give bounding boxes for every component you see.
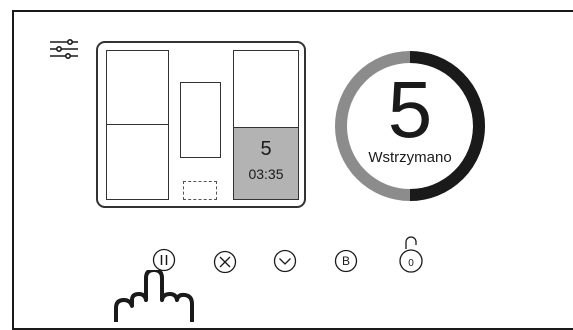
power-level: 5 xyxy=(387,65,433,154)
zone-number: 5 xyxy=(260,138,272,160)
boost-label: B xyxy=(342,254,350,268)
hand-pointer-icon xyxy=(114,270,194,322)
zone-active[interactable]: 5 03:35 xyxy=(233,127,299,200)
stop-icon[interactable] xyxy=(213,250,237,274)
zone-top-right[interactable] xyxy=(233,50,299,129)
zone-timer: 03:35 xyxy=(248,166,284,182)
boost-button[interactable]: B xyxy=(334,249,358,273)
pause-icon[interactable] xyxy=(152,248,176,272)
cooktop-overview: 5 03:35 xyxy=(96,41,306,208)
zone-center-small xyxy=(183,181,217,200)
lock-icon[interactable]: 0 xyxy=(397,232,425,274)
power-dial[interactable]: 5 Wstrzymano xyxy=(333,40,487,212)
status-text: Wstrzymano xyxy=(368,149,452,166)
chevron-down-icon[interactable] xyxy=(273,249,297,273)
zone-center[interactable] xyxy=(180,82,221,158)
settings-sliders-icon[interactable] xyxy=(50,39,78,59)
lock-label: 0 xyxy=(408,258,414,269)
zone-bottom-left[interactable] xyxy=(106,124,169,200)
zone-top-left[interactable] xyxy=(106,50,169,126)
